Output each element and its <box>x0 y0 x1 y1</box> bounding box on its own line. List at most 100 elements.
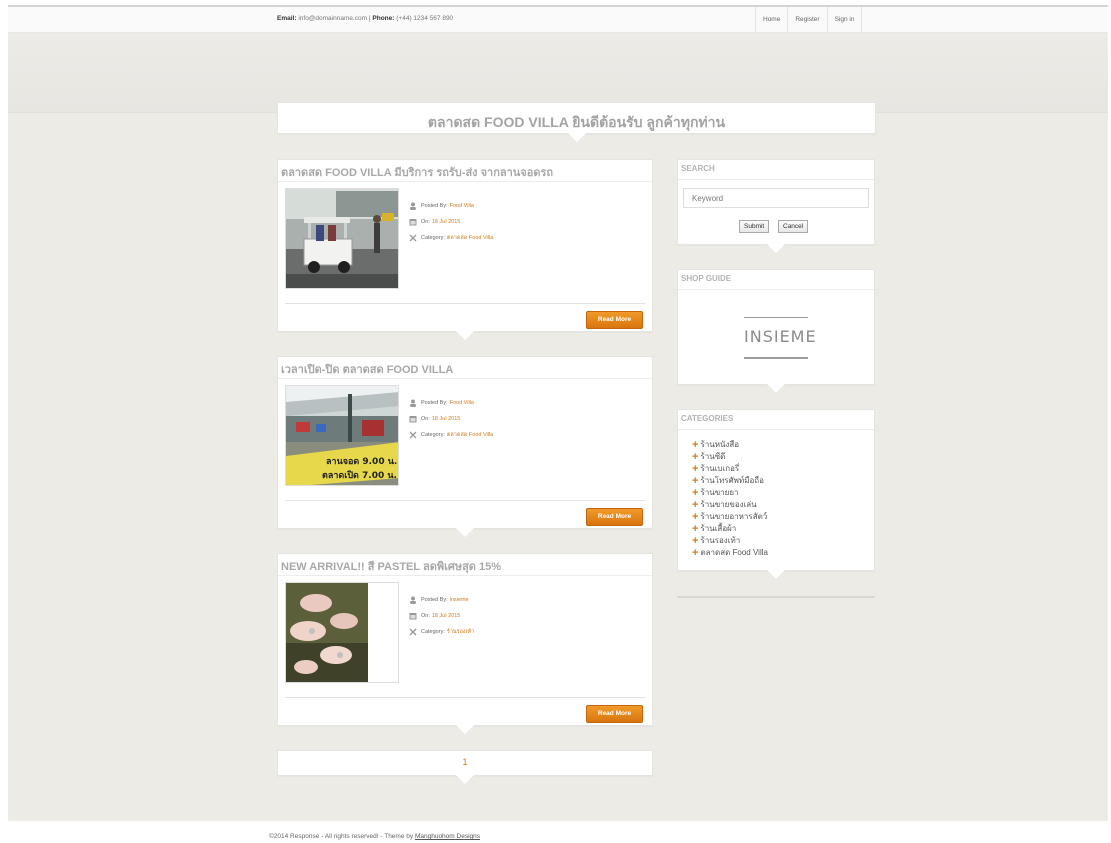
post-thumbnail[interactable] <box>285 188 399 289</box>
plus-icon: + <box>692 487 699 499</box>
meta-author: Posted By: Food Villa <box>409 395 493 411</box>
date-link[interactable]: 18 Jul 2015 <box>432 416 460 422</box>
plus-icon: + <box>692 535 699 547</box>
category-link[interactable]: ตลาดสด Food Villa <box>447 431 493 439</box>
author-link[interactable]: Food Villa <box>450 203 474 209</box>
divider <box>678 179 874 180</box>
category-item[interactable]: + ตลาดสด Food Villa <box>692 547 768 559</box>
category-item-label: ร้านโทรศัพท์มือถือ <box>700 476 764 485</box>
welcome-banner: ตลาดสด FOOD VILLA ยินดีต้อนรับ ลูกค้าทุก… <box>277 102 876 142</box>
author-link[interactable]: insieme <box>450 597 469 603</box>
category-item[interactable]: + ร้านโทรศัพท์มือถือ <box>692 475 768 487</box>
posted-by-label: Posted By: <box>421 400 448 406</box>
date-link[interactable]: 18 Jul 2015 <box>432 613 460 619</box>
page-number-current[interactable]: 1 <box>278 757 652 767</box>
date-link[interactable]: 18 Jul 2015 <box>432 219 460 225</box>
post-title[interactable]: NEW ARRIVAL!! สี PASTEL ลดพิเศษสุด 15% <box>281 557 501 575</box>
plus-icon: + <box>692 523 699 535</box>
search-notch <box>767 244 785 253</box>
sidebar-bottom-divider <box>677 596 875 598</box>
category-item-label: ร้านขายของเล่น <box>700 500 757 509</box>
market-sign-photo: ลานจอด 9.00 น. ตลาดเปิด 7.00 น. <box>286 386 398 485</box>
meta-date: On: 18 Jul 2015 <box>409 411 493 427</box>
on-label: On: <box>421 416 430 422</box>
post-card: เวลาเปิด-ปิด ตลาดสด FOOD VILLA ลานจอด 9.… <box>277 356 653 537</box>
email-label: Email: <box>277 15 297 22</box>
plus-icon: + <box>692 475 699 487</box>
category-item[interactable]: + ร้านซีดี <box>692 451 768 463</box>
post-notch <box>456 725 474 734</box>
search-submit-button[interactable]: Submit <box>739 220 770 233</box>
post-meta: Posted By: Food Villa On: 18 Jul 2015 Ca… <box>409 395 493 443</box>
post-card: ตลาดสด FOOD VILLA มีบริการ รถรับ-ส่ง จาก… <box>277 159 653 340</box>
category-item-label: ตลาดสด Food Villa <box>700 548 768 557</box>
nav-register-link[interactable]: Register <box>787 7 826 32</box>
category-link[interactable]: ร้านรองเท้า <box>447 628 474 636</box>
top-nav: Home Register Sign in <box>755 7 863 32</box>
category-item[interactable]: + ร้านเสื้อผ้า <box>692 523 768 535</box>
category-item[interactable]: + ร้านขายยา <box>692 487 768 499</box>
post-meta: Posted By: insieme On: 18 Jul 2015 Categ… <box>409 592 474 640</box>
nav-home-link[interactable]: Home <box>755 7 787 32</box>
category-item-label: ร้านเสื้อผ้า <box>700 524 737 533</box>
divider <box>278 181 652 182</box>
post-thumbnail[interactable] <box>285 582 399 683</box>
header-band <box>8 33 1108 113</box>
search-widget-title: SEARCH <box>681 164 715 173</box>
logo-text: INSIEME <box>744 327 817 346</box>
search-widget: SEARCH Submit Cancel <box>677 159 875 253</box>
search-input[interactable] <box>683 188 869 208</box>
nav-sign-in-link[interactable]: Sign in <box>826 7 863 32</box>
divider <box>285 500 645 501</box>
on-label: On: <box>421 613 430 619</box>
category-label: Category: <box>421 629 445 635</box>
post-title[interactable]: ตลาดสด FOOD VILLA มีบริการ รถรับ-ส่ง จาก… <box>281 163 553 181</box>
category-item-label: ร้านขายยา <box>700 488 739 497</box>
footer-copyright: ©2014 Response - All rights reserved! - … <box>269 833 414 840</box>
meta-date: On: 18 Jul 2015 <box>409 214 493 230</box>
meta-date: On: 18 Jul 2015 <box>409 608 474 624</box>
meta-author: Posted By: insieme <box>409 592 474 608</box>
category-item[interactable]: + ร้านหนังสือ <box>692 439 768 451</box>
post-card: NEW ARRIVAL!! สี PASTEL ลดพิเศษสุด 15% P… <box>277 553 653 734</box>
posted-by-label: Posted By: <box>421 597 448 603</box>
shop-guide-title: SHOP GUIDE <box>681 274 732 283</box>
category-item[interactable]: + ร้านรองเท้า <box>692 535 768 547</box>
footer-theme-link[interactable]: Manghuohom Designs <box>415 833 480 840</box>
category-item[interactable]: + ร้านขายของเล่น <box>692 499 768 511</box>
meta-category: Category: ตลาดสด Food Villa <box>409 427 493 443</box>
divider <box>285 303 645 304</box>
post-notch <box>456 528 474 537</box>
golf-cart-photo <box>286 189 398 288</box>
category-item-label: ร้านรองเท้า <box>700 536 741 545</box>
category-item[interactable]: + ร้านเบเกอรี่ <box>692 463 768 475</box>
category-link[interactable]: ตลาดสด Food Villa <box>447 234 493 242</box>
category-label: Category: <box>421 235 445 241</box>
read-more-button[interactable]: Read More <box>586 311 643 329</box>
plus-icon: + <box>692 451 699 463</box>
category-item[interactable]: + ร้านขายอาหารสัตว์ <box>692 511 768 523</box>
calendar-icon <box>409 415 417 423</box>
divider <box>678 289 874 290</box>
welcome-title: ตลาดสด FOOD VILLA ยินดีต้อนรับ ลูกค้าทุก… <box>427 114 726 130</box>
read-more-button[interactable]: Read More <box>586 705 643 723</box>
post-notch <box>456 331 474 340</box>
read-more-button[interactable]: Read More <box>586 508 643 526</box>
author-link[interactable]: Food Villa <box>450 400 474 406</box>
category-item-label: ร้านขายอาหารสัตว์ <box>700 512 768 521</box>
meta-category: Category: ตลาดสด Food Villa <box>409 230 493 246</box>
contact-separator: | <box>368 15 371 22</box>
post-thumbnail[interactable]: ลานจอด 9.00 น. ตลาดเปิด 7.00 น. <box>285 385 399 486</box>
on-label: On: <box>421 219 430 225</box>
post-title[interactable]: เวลาเปิด-ปิด ตลาดสด FOOD VILLA <box>281 360 453 378</box>
plus-icon: + <box>692 499 699 511</box>
pastel-shoes-photo <box>286 583 398 682</box>
logo-rule-top <box>744 317 808 318</box>
plus-icon: + <box>692 547 699 559</box>
category-item-label: ร้านหนังสือ <box>700 440 740 449</box>
top-bar: Email: info@domainname.com | Phone: (+44… <box>8 7 1108 33</box>
search-cancel-button[interactable]: Cancel <box>778 220 809 233</box>
insieme-logo[interactable]: INSIEME <box>744 315 817 365</box>
category-label: Category: <box>421 432 445 438</box>
categories-title: CATEGORIES <box>681 414 734 423</box>
